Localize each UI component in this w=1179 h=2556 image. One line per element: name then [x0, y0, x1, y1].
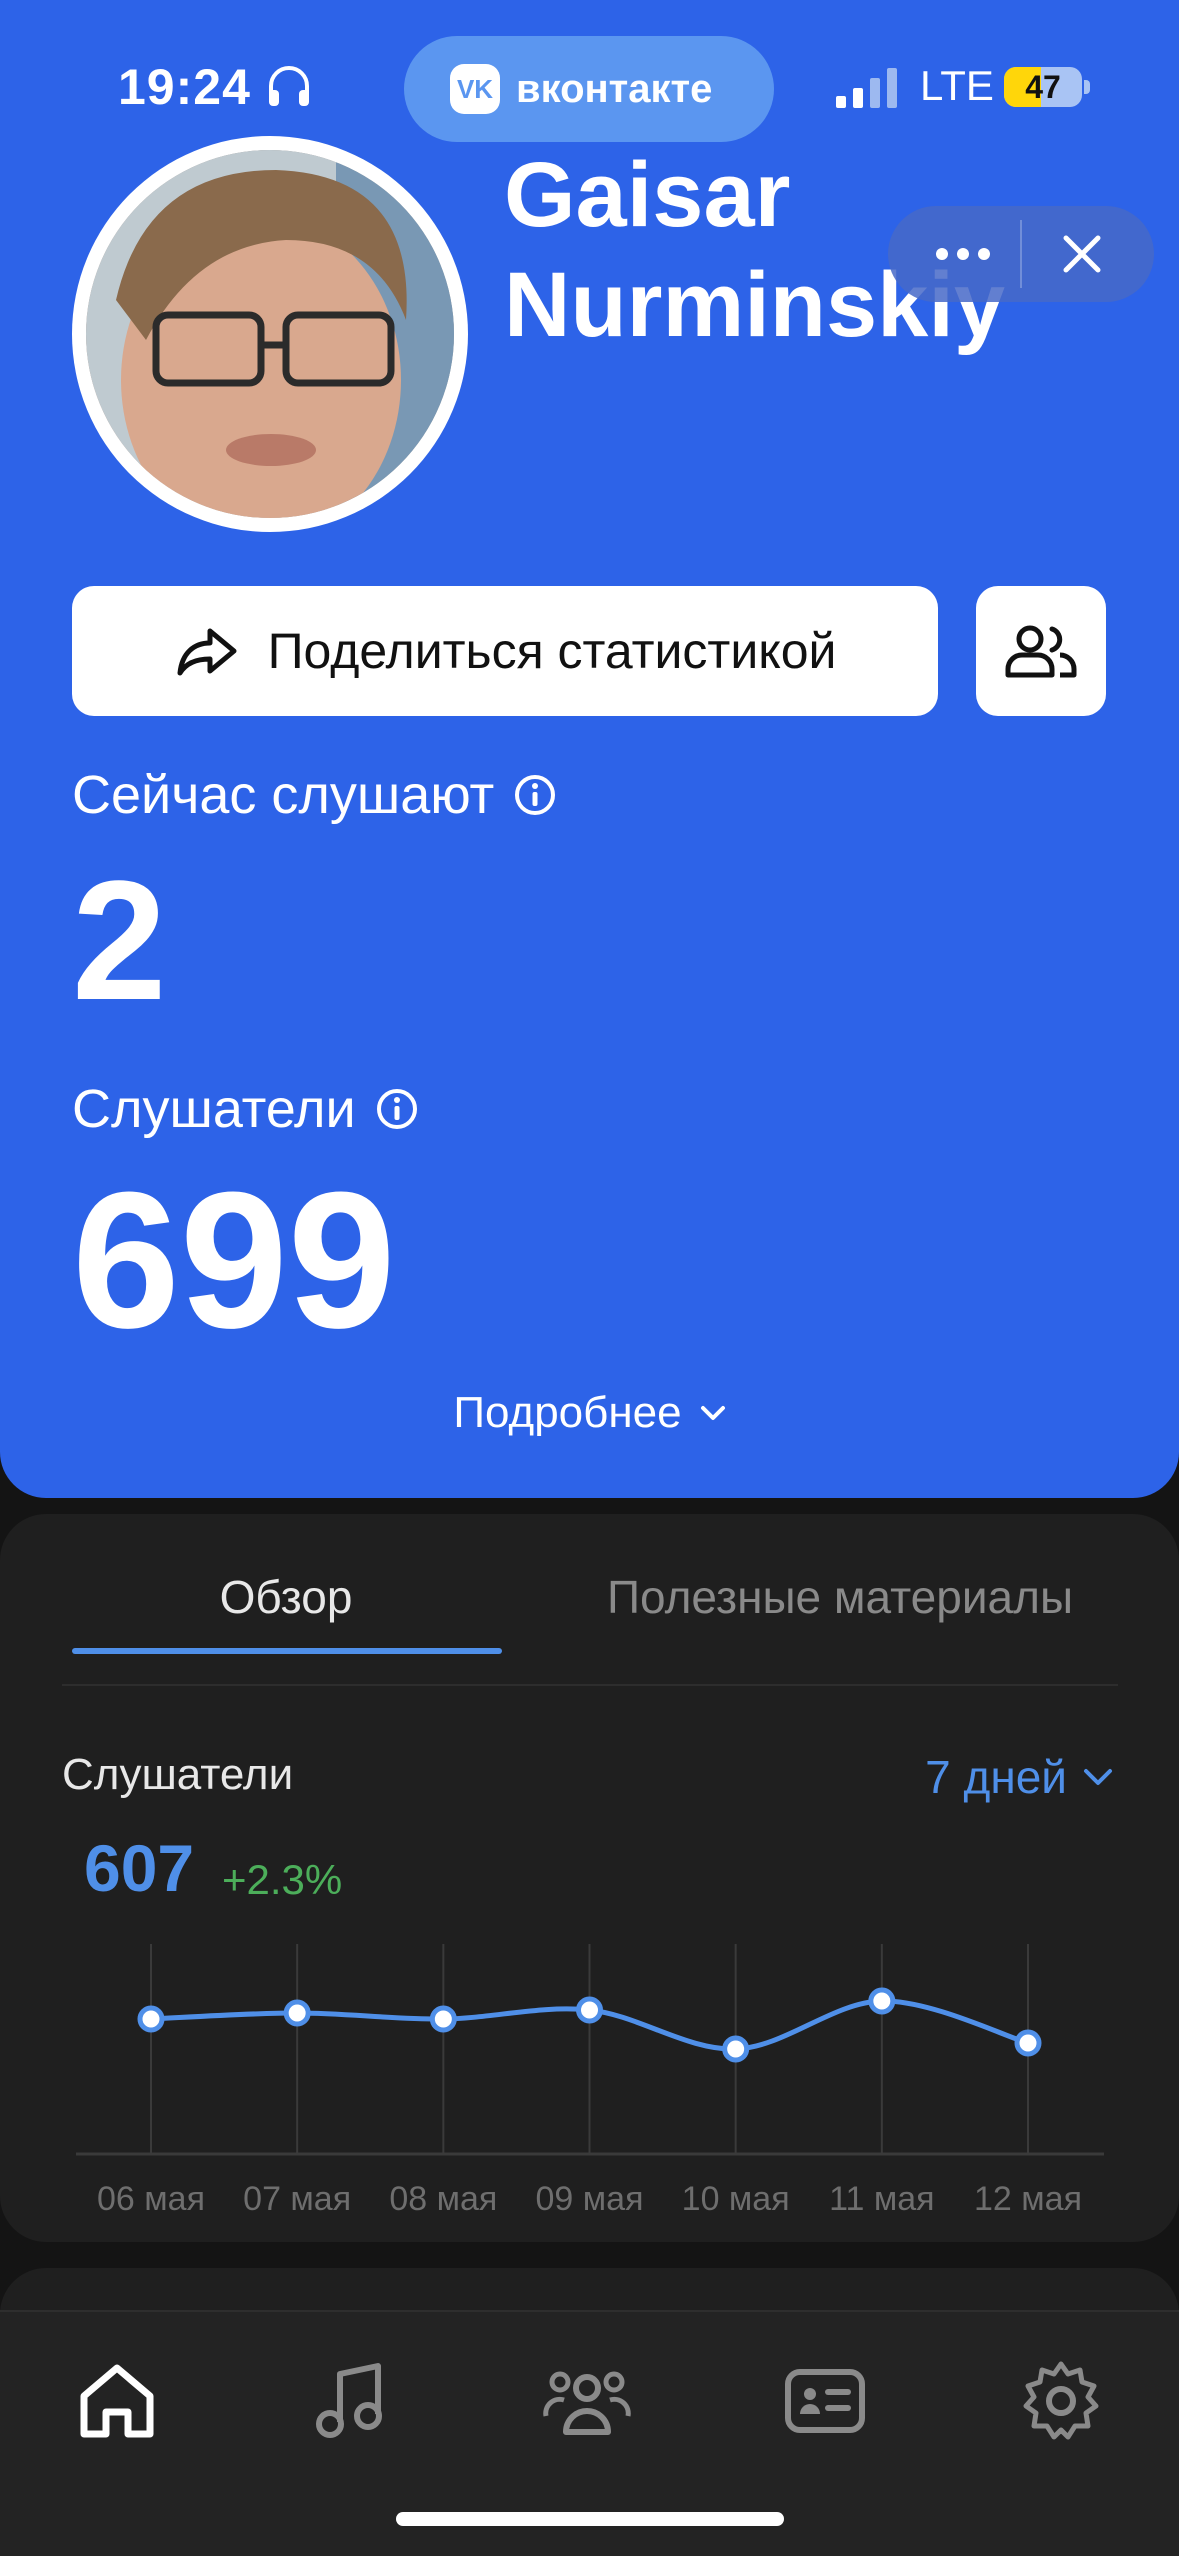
listeners-line-chart[interactable]: 06 мая 07 мая 08 мая 09 мая 10 мая 11 мая 12 м…: [0, 1944, 1179, 2224]
friends-button[interactable]: [976, 586, 1106, 716]
miniapp-controls-divider: [1020, 220, 1022, 288]
chart-data-point: [429, 2005, 457, 2033]
close-icon[interactable]: [1058, 230, 1106, 278]
avatar-photo: [86, 150, 454, 518]
chart-x-tick-label: 09 мая: [536, 2180, 644, 2218]
vk-logo-icon: VK: [450, 64, 500, 114]
chart-data-point: [722, 2035, 750, 2063]
now-listening-value: 2: [72, 846, 167, 1036]
details-toggle[interactable]: Подробнее: [0, 1388, 1179, 1438]
listeners-delta: +2.3%: [222, 1856, 343, 1903]
share-stats-label: Поделиться статистикой: [267, 623, 837, 679]
chart-data-point: [283, 1999, 311, 2027]
chevron-down-icon: [1084, 1769, 1112, 1785]
listeners-label: Слушатели: [72, 1078, 418, 1140]
chart-data-point: [137, 2005, 165, 2033]
chart-x-tick-label: 11 мая: [829, 2180, 934, 2218]
signal-icon: [836, 68, 897, 108]
stats-card: Обзор Полезные материалы Слушатели 7 дне…: [0, 1514, 1179, 2242]
listeners-text: Слушатели: [72, 1079, 356, 1139]
audience-icon[interactable]: [542, 2356, 632, 2446]
app-pill[interactable]: VK вконтакте: [404, 36, 774, 142]
home-icon[interactable]: [72, 2356, 162, 2446]
network-type: LTE: [920, 62, 994, 109]
info-icon[interactable]: [514, 774, 556, 816]
battery-level: 47: [1025, 69, 1061, 105]
settings-icon[interactable]: [1016, 2356, 1106, 2446]
info-icon[interactable]: [376, 1088, 418, 1130]
users-icon: [1005, 625, 1077, 678]
share-icon: [177, 628, 237, 676]
chart-data-point: [1014, 2029, 1042, 2057]
now-listening-text: Сейчас слушают: [72, 765, 495, 825]
share-stats-button[interactable]: Поделиться статистикой: [72, 586, 938, 716]
tab-active-indicator: [72, 1648, 502, 1654]
music-icon[interactable]: [306, 2356, 396, 2446]
chart-data-point: [868, 1987, 896, 2015]
period-label: 7 дней: [925, 1751, 1067, 1803]
miniapp-controls: [888, 206, 1154, 302]
chart-title: Слушатели: [62, 1750, 294, 1799]
home-indicator[interactable]: [396, 2512, 784, 2526]
tab-overview[interactable]: Обзор: [72, 1570, 500, 1624]
battery-indicator: 47: [1004, 67, 1082, 107]
chart-x-tick-label: 10 мая: [682, 2180, 790, 2218]
chart-data-point: [576, 1996, 603, 2024]
chart-x-tick-label: 07 мая: [243, 2180, 351, 2218]
chart-x-tick-label: 08 мая: [389, 2180, 497, 2218]
headphones-icon: [269, 66, 309, 106]
chart-x-tick-label: 06 мая: [97, 2180, 205, 2218]
tabs-divider: [62, 1684, 1118, 1686]
period-selector[interactable]: 7 дней: [925, 1750, 1113, 1804]
chart-x-tick-label: 12 мая: [974, 2180, 1082, 2218]
tab-materials[interactable]: Полезные материалы: [560, 1570, 1120, 1624]
artist-header: 19:24 VK вконтакте LTE 47 Gaisar Nurmins…: [0, 0, 1179, 1498]
avatar[interactable]: [72, 136, 468, 532]
listeners-value: 699: [72, 1152, 396, 1369]
app-pill-label: вконтакте: [516, 66, 713, 111]
now-listening-label: Сейчас слушают: [72, 764, 556, 826]
details-label: Подробнее: [453, 1388, 682, 1437]
avatar-portrait-icon: [86, 150, 454, 518]
profile-card-icon[interactable]: [780, 2356, 870, 2446]
more-icon[interactable]: [928, 232, 998, 276]
status-time: 19:24: [118, 59, 251, 115]
battery-cap: [1084, 80, 1090, 94]
chevron-down-icon: [700, 1406, 725, 1420]
listeners-total: 607: [84, 1831, 195, 1905]
